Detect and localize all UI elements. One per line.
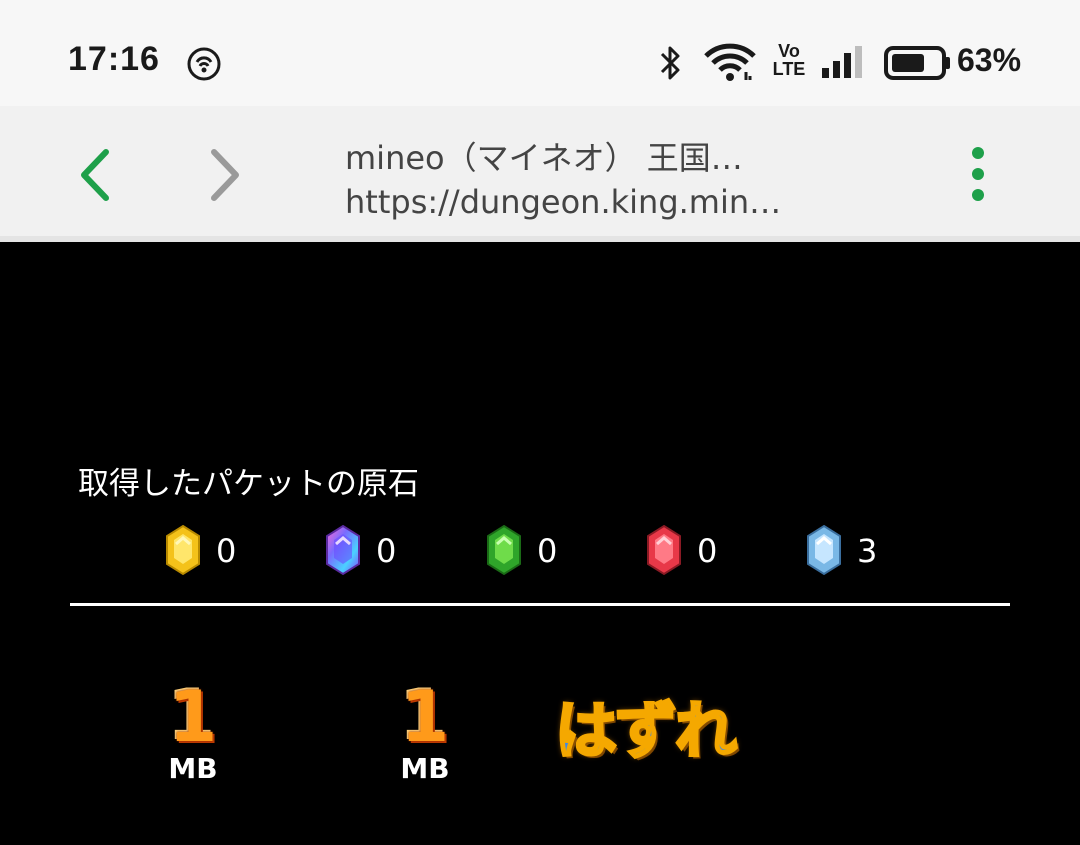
- wifi-icon: [702, 42, 758, 86]
- prize-value: 1: [168, 676, 218, 758]
- purple-gem-icon: [326, 524, 360, 576]
- green-gem-icon: [487, 524, 521, 576]
- yellow-gem-icon: [166, 524, 200, 576]
- miss-result: はずれ: [553, 693, 738, 769]
- status-time: 17:16: [68, 40, 160, 78]
- toolbar-divider: [0, 236, 1080, 242]
- gem-count: 0: [376, 532, 397, 570]
- chevron-right-icon: [211, 149, 239, 201]
- prize-result: 1 MB: [158, 680, 228, 785]
- volte-icon: Vo LTE: [772, 41, 806, 79]
- gem-count: 0: [216, 532, 237, 570]
- prize-unit: MB: [168, 752, 218, 785]
- prize-result: 1 MB: [390, 680, 460, 785]
- prize-value: 1: [400, 676, 450, 758]
- page-title[interactable]: mineo（マイネオ） 王国…: [345, 133, 743, 179]
- page-url[interactable]: https://dungeon.king.min…: [345, 183, 781, 221]
- back-button[interactable]: [66, 140, 126, 210]
- status-bar: 17:16 Vo LTE 63%: [0, 0, 1080, 106]
- gem-count: 0: [537, 532, 558, 570]
- red-gem-icon: [647, 524, 681, 576]
- battery-icon: [884, 46, 952, 84]
- gems-title: 取得したパケットの原石: [78, 466, 419, 502]
- section-divider: [70, 603, 1010, 606]
- more-vertical-icon: [972, 147, 984, 201]
- signal-icon: [820, 44, 864, 84]
- hotspot-icon: [186, 46, 222, 86]
- gem-count: 3: [857, 532, 878, 570]
- prize-unit: MB: [400, 752, 450, 785]
- menu-button[interactable]: [960, 140, 996, 210]
- bluetooth-icon: [656, 44, 684, 86]
- blue-gem-icon: [807, 524, 841, 576]
- chevron-left-icon: [81, 149, 109, 201]
- battery-percentage: 63%: [957, 42, 1022, 78]
- forward-button[interactable]: [196, 140, 256, 210]
- gem-count: 0: [697, 532, 718, 570]
